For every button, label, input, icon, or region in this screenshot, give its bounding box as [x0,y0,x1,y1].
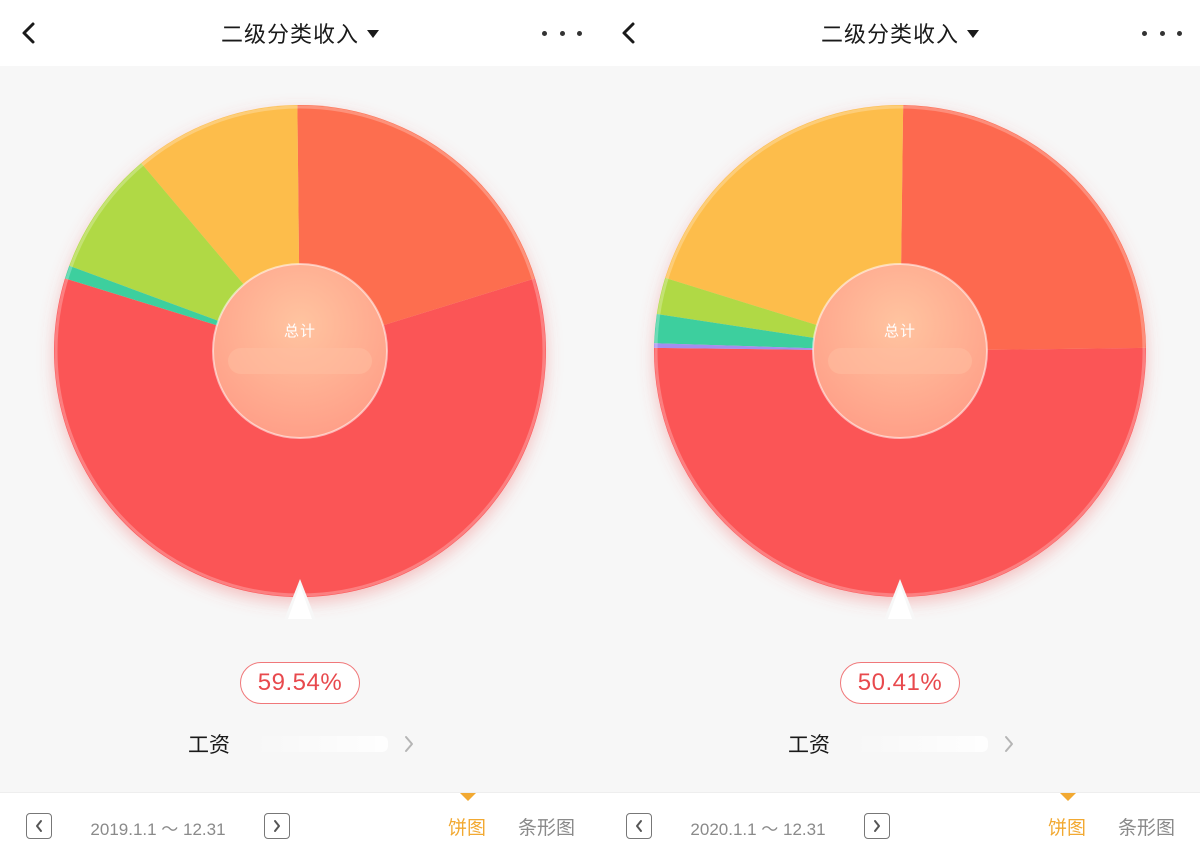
date-range: 2019.1.1 ～ 12.31 [90,820,226,839]
prev-period-button[interactable] [26,813,52,839]
chevron-left-icon [622,22,635,44]
category-amount [252,736,388,752]
total-amount [828,348,972,374]
more-dot-icon [577,30,582,36]
category-name: 工资 [188,733,230,757]
page-title: 二级分类收入 [220,23,359,48]
more-button[interactable] [542,20,582,46]
back-button[interactable] [12,17,44,49]
pie-chart-area: 总计 [600,66,1200,646]
screens: 二级分类收入 总计 59.54% 工资 2019.1.1 ～ 12.31 饼图 … [0,0,1200,858]
pie-chart-area: 总计 [0,66,600,646]
chevron-right-icon [998,733,1020,755]
more-button[interactable] [1142,20,1182,46]
footer-bar: 2019.1.1 ～ 12.31 饼图 条形图 [0,792,600,858]
more-dot-icon [559,30,565,36]
chevron-right-icon [274,820,280,832]
category-amount [852,736,988,752]
chevron-left-icon [22,22,35,44]
header: 二级分类收入 [600,0,1200,66]
tab-bar-chart[interactable]: 条形图 [1118,813,1175,840]
date-range: 2020.1.1 ～ 12.31 [690,820,826,839]
caret-down-icon [367,30,379,38]
total-label: 总计 [883,322,916,340]
chevron-left-icon [36,820,42,832]
selected-category-row[interactable]: 工资 [780,722,1020,766]
category-name: 工资 [788,733,830,757]
tab-bar-chart[interactable]: 条形图 [518,813,575,840]
footer-bar: 2020.1.1 ～ 12.31 饼图 条形图 [600,792,1200,858]
next-period-button[interactable] [864,813,890,839]
tab-indicator [460,793,476,801]
back-button[interactable] [612,17,644,49]
title-dropdown[interactable]: 二级分类收入 [821,17,979,49]
chevron-left-icon [636,820,642,832]
selected-percent-badge: 50.41% [840,662,960,704]
caret-down-icon [967,30,979,38]
screen-2019: 二级分类收入 总计 59.54% 工资 2019.1.1 ～ 12.31 饼图 … [0,0,600,858]
title-dropdown[interactable]: 二级分类收入 [221,17,379,49]
more-dot-icon [1142,30,1147,36]
chevron-right-icon [874,820,880,832]
tab-pie-chart[interactable]: 饼图 [1048,813,1086,840]
page-title: 二级分类收入 [820,23,959,48]
selected-category-row[interactable]: 工资 [180,722,420,766]
total-label: 总计 [283,322,316,340]
prev-period-button[interactable] [626,813,652,839]
screen-2020: 二级分类收入 总计 50.41% 工资 2020.1.1 ～ 12.31 饼图 … [600,0,1200,858]
tab-indicator [1060,793,1076,801]
total-amount [228,348,372,374]
header: 二级分类收入 [0,0,600,66]
selected-percent-badge: 59.54% [240,662,360,704]
more-dot-icon [542,30,547,36]
tab-pie-chart[interactable]: 饼图 [448,813,486,840]
chevron-right-icon [398,733,420,755]
next-period-button[interactable] [264,813,290,839]
more-dot-icon [1177,30,1182,36]
more-dot-icon [1159,30,1165,36]
